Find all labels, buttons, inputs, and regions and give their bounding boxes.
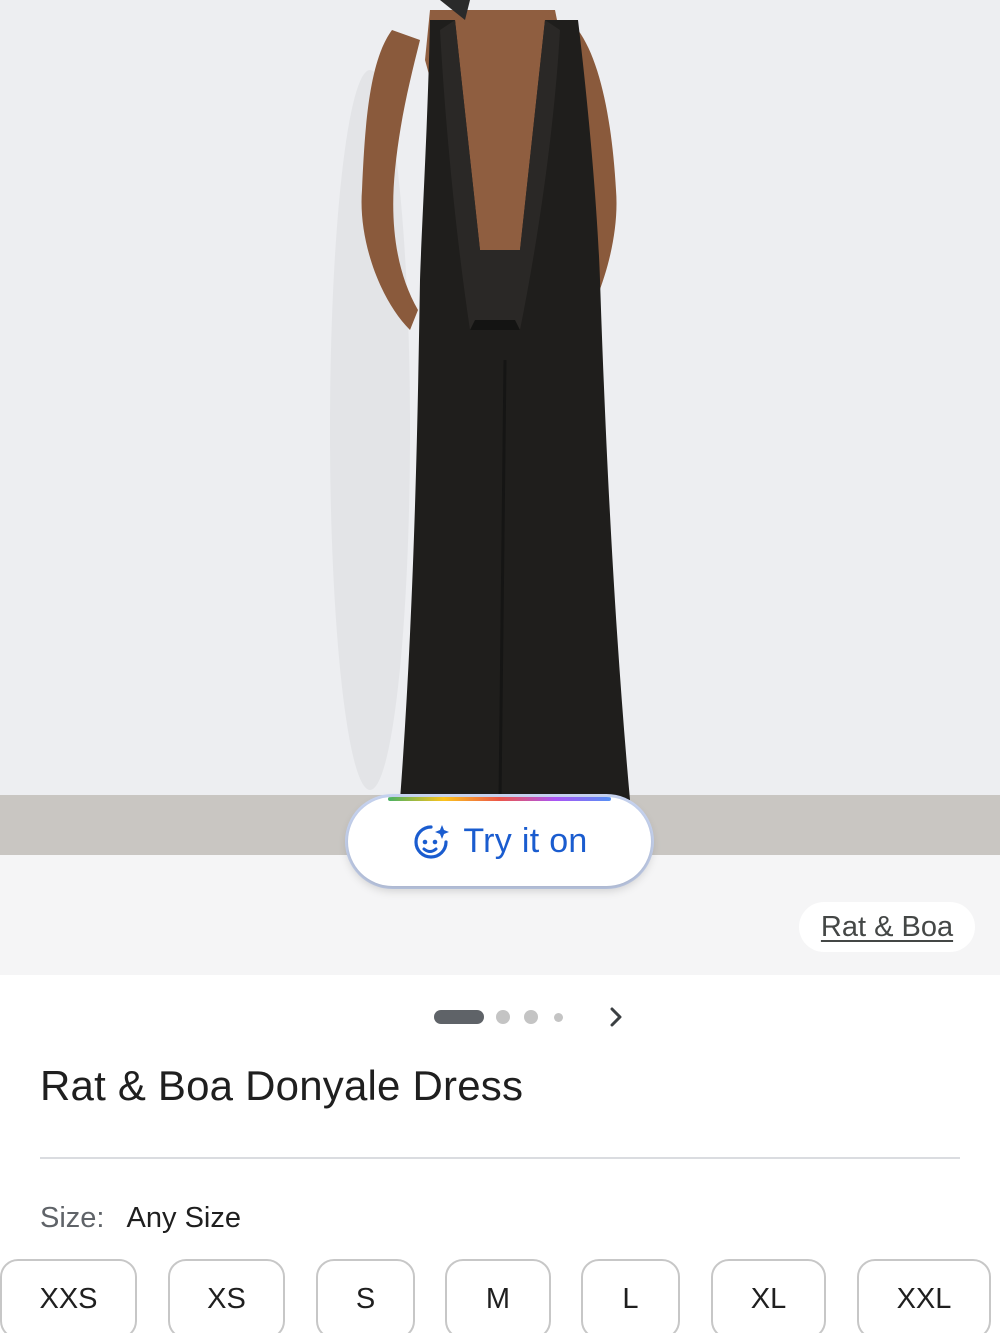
size-option-xl[interactable]: XL	[711, 1259, 826, 1333]
size-option-xxs[interactable]: XXS	[0, 1259, 137, 1333]
size-option-m[interactable]: M	[445, 1259, 551, 1333]
brand-link-chip[interactable]: Rat & Boa	[799, 902, 975, 952]
size-value: Any Size	[126, 1202, 241, 1234]
product-image-area: Try it on Rat & Boa	[0, 0, 1000, 975]
face-sparkle-icon	[414, 824, 450, 859]
product-photo[interactable]	[0, 0, 1000, 855]
size-option-xs[interactable]: XS	[168, 1259, 285, 1333]
try-it-on-label: Try it on	[463, 822, 588, 860]
section-divider	[40, 1157, 960, 1159]
size-option-s[interactable]: S	[316, 1259, 415, 1333]
carousel-dot[interactable]	[524, 1010, 538, 1024]
carousel-dot[interactable]	[496, 1010, 510, 1024]
product-title: Rat & Boa Donyale Dress	[40, 1062, 524, 1109]
try-on-gradient-border	[388, 797, 611, 801]
chevron-right-icon[interactable]	[603, 1004, 629, 1030]
size-option-xxl[interactable]: XXL	[857, 1259, 991, 1333]
brand-link-text: Rat & Boa	[820, 910, 954, 943]
size-option-l[interactable]: L	[581, 1259, 680, 1333]
size-selection-label: Size: Any Size	[40, 1202, 241, 1235]
carousel-dot-active[interactable]	[434, 1010, 484, 1024]
try-it-on-button[interactable]: Try it on	[348, 797, 651, 886]
product-photo-illustration	[0, 0, 1000, 855]
carousel-dot[interactable]	[554, 1013, 563, 1022]
size-label: Size:	[40, 1202, 105, 1234]
image-carousel-indicator	[0, 1004, 1000, 1028]
